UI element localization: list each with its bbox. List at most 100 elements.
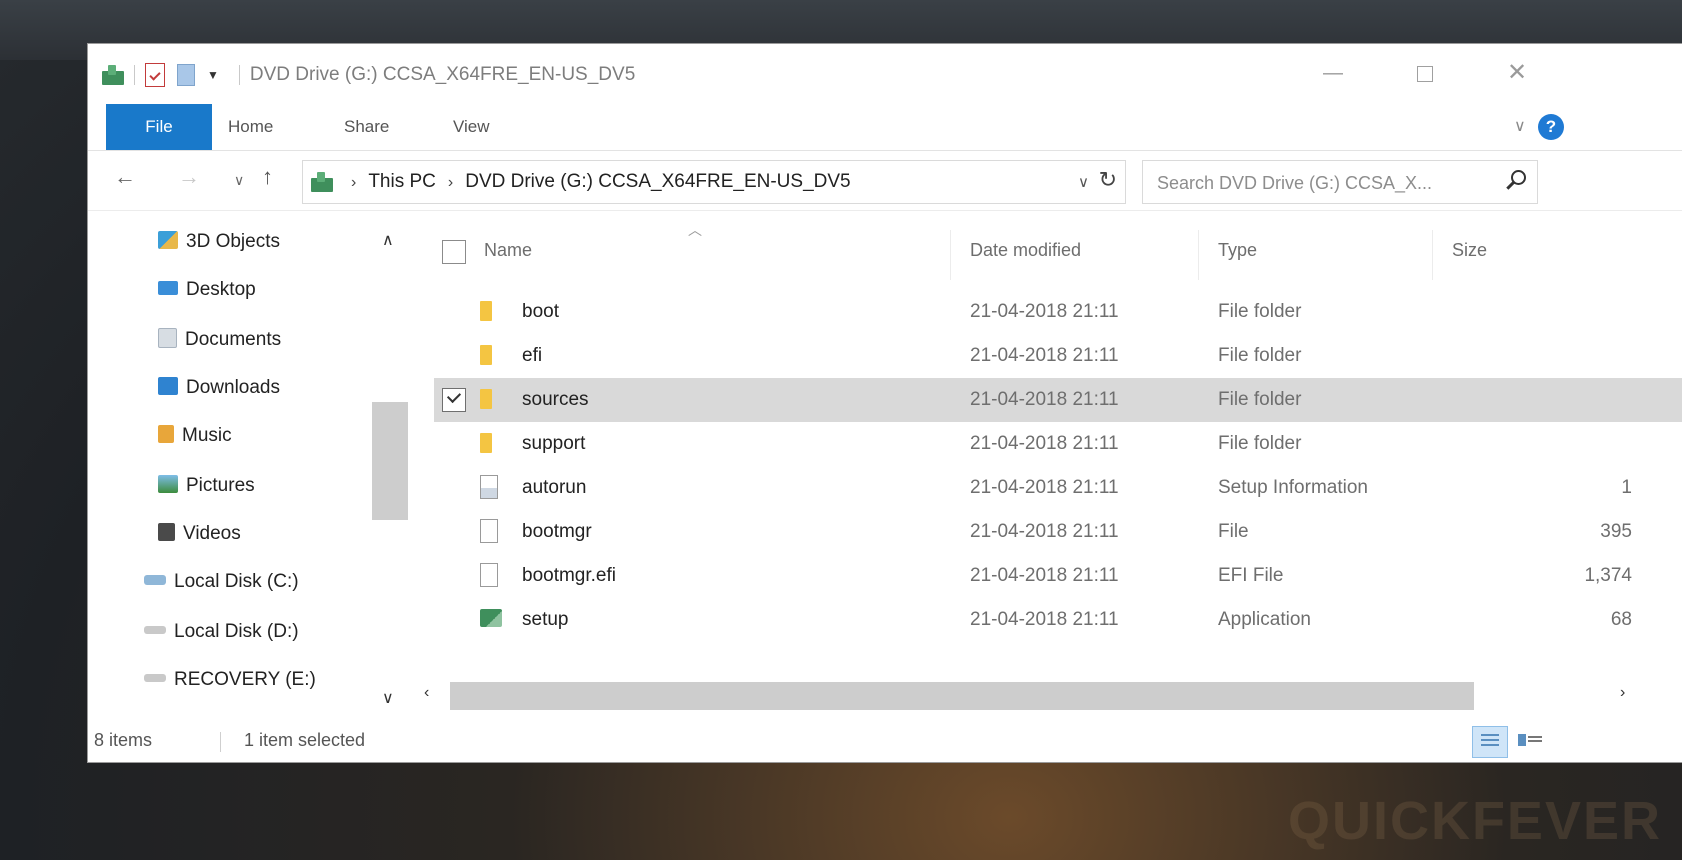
- tab-file[interactable]: File: [106, 104, 212, 150]
- item-count: 8 items: [94, 730, 153, 750]
- file-row[interactable]: boot 21-04-2018 21:11 File folder: [434, 290, 1682, 334]
- folder-icon: [480, 345, 492, 365]
- recent-locations-chevron-icon[interactable]: ∨: [234, 172, 244, 189]
- search-box[interactable]: [1142, 160, 1538, 205]
- file-size: [1458, 334, 1632, 378]
- forward-arrow-icon[interactable]: →: [178, 164, 200, 190]
- nav-item-pictures[interactable]: Pictures: [158, 466, 255, 506]
- nav-item-music[interactable]: Music: [158, 416, 232, 456]
- breadcrumb-separator-icon[interactable]: ›: [448, 174, 453, 191]
- file-name: sources: [522, 389, 589, 410]
- column-header-size[interactable]: Size: [1452, 240, 1487, 261]
- file-size: [1458, 422, 1632, 466]
- file-date-modified: 21-04-2018 21:11: [970, 609, 1119, 630]
- setup-information-icon: [480, 475, 498, 499]
- customize-toolbar-dropdown-icon[interactable]: ▼: [207, 68, 219, 82]
- help-icon[interactable]: ?: [1538, 114, 1564, 140]
- minimize-button[interactable]: —: [1310, 58, 1356, 88]
- address-history-chevron-icon[interactable]: ∨: [1078, 173, 1089, 191]
- nav-item-local-disk-c[interactable]: Local Disk (C:): [144, 562, 299, 602]
- nav-item-desktop[interactable]: Desktop: [158, 270, 256, 310]
- folder-icon: [480, 389, 492, 409]
- file-row[interactable]: autorun 21-04-2018 21:11 Setup Informati…: [434, 466, 1682, 510]
- horizontal-scrollbar-thumb[interactable]: [450, 682, 1474, 710]
- column-divider[interactable]: [950, 230, 951, 280]
- horizontal-scrollbar[interactable]: ‹: [410, 680, 1682, 710]
- search-input[interactable]: [1155, 161, 1499, 205]
- file-size: 1,374: [1584, 565, 1632, 586]
- file-row[interactable]: bootmgr 21-04-2018 21:11 File 395: [434, 510, 1682, 554]
- nav-item-label: Desktop: [186, 279, 256, 300]
- tab-home[interactable]: Home: [228, 104, 273, 150]
- file-type: File: [1218, 521, 1249, 542]
- toolbar-divider: [134, 65, 135, 85]
- music-icon: [158, 424, 174, 443]
- select-all-checkbox[interactable]: [442, 240, 466, 264]
- file-size: 395: [1600, 521, 1632, 542]
- file-name: bootmgr: [522, 521, 592, 542]
- application-icon: [480, 609, 502, 627]
- file-type: EFI File: [1218, 565, 1284, 586]
- file-row[interactable]: setup 21-04-2018 21:11 Application 68: [434, 598, 1682, 642]
- nav-item-local-disk-d[interactable]: Local Disk (D:): [144, 612, 299, 652]
- nav-item-videos[interactable]: Videos: [158, 514, 241, 554]
- nav-item-label: Videos: [183, 523, 241, 544]
- properties-icon[interactable]: [145, 63, 165, 87]
- file-size: [1458, 378, 1632, 422]
- file-type: File folder: [1218, 389, 1302, 410]
- expand-ribbon-chevron-icon[interactable]: ∨: [1514, 116, 1526, 136]
- nav-item-label: Local Disk (D:): [174, 621, 299, 642]
- drive-icon: [144, 625, 166, 634]
- tab-view[interactable]: View: [453, 104, 490, 150]
- maximize-icon: [1417, 65, 1433, 82]
- file-row[interactable]: efi 21-04-2018 21:11 File folder: [434, 334, 1682, 378]
- file-name: boot: [522, 301, 559, 322]
- details-view-icon[interactable]: [1472, 726, 1508, 758]
- scroll-left-chevron-icon[interactable]: ‹: [424, 684, 429, 702]
- file-size: [1458, 290, 1632, 334]
- maximize-button[interactable]: [1402, 58, 1448, 88]
- column-divider[interactable]: [1198, 230, 1199, 280]
- nav-item-recovery-e[interactable]: RECOVERY (E:): [144, 660, 316, 700]
- file-row-selected[interactable]: sources 21-04-2018 21:11 File folder: [434, 378, 1682, 422]
- column-divider[interactable]: [1432, 230, 1433, 280]
- address-bar[interactable]: › This PC › DVD Drive (G:) CCSA_X64FRE_EN-U…: [302, 160, 1126, 204]
- tab-share[interactable]: Share: [344, 104, 389, 150]
- column-header-date-modified[interactable]: Date modified: [970, 240, 1081, 261]
- file-name: efi: [522, 345, 543, 366]
- nav-item-documents[interactable]: Documents: [158, 320, 281, 360]
- large-icons-view-icon[interactable]: [1518, 732, 1544, 750]
- row-checkbox-checked[interactable]: [442, 388, 466, 412]
- file-type: File folder: [1218, 345, 1302, 366]
- up-arrow-icon[interactable]: ↑: [262, 164, 273, 190]
- close-button[interactable]: ✕: [1494, 58, 1540, 88]
- breadcrumb-dvd-drive[interactable]: DVD Drive (G:) CCSA_X64FRE_EN-US_DV5: [465, 171, 850, 192]
- close-icon: ✕: [1506, 59, 1528, 86]
- status-divider: [220, 732, 221, 752]
- nav-item-downloads[interactable]: Downloads: [158, 368, 280, 408]
- scroll-down-chevron-icon[interactable]: ∨: [382, 688, 394, 708]
- file-date-modified: 21-04-2018 21:11: [970, 345, 1119, 366]
- back-arrow-icon[interactable]: ←: [114, 164, 136, 190]
- column-header-type[interactable]: Type: [1218, 240, 1257, 261]
- title-bar: ▼ DVD Drive (G:) CCSA_X64FRE_EN-US_DV5 —…: [88, 44, 1682, 104]
- folder-icon: [480, 301, 492, 321]
- nav-pane-scrollbar[interactable]: ∧ ∨: [372, 212, 410, 712]
- breadcrumb-separator-icon[interactable]: ›: [351, 174, 356, 191]
- breadcrumb-this-pc[interactable]: This PC: [368, 171, 436, 192]
- nav-pane-scrollbar-thumb[interactable]: [372, 402, 408, 520]
- scroll-right-chevron-icon[interactable]: ›: [1620, 684, 1625, 702]
- new-folder-icon[interactable]: [177, 64, 195, 86]
- status-bar: 8 items 1 item selected: [88, 720, 1682, 762]
- search-icon[interactable]: [1505, 170, 1526, 190]
- column-header-name[interactable]: Name: [484, 240, 532, 261]
- refresh-icon[interactable]: ↻: [1099, 167, 1117, 193]
- documents-icon: [158, 327, 177, 348]
- file-row[interactable]: support 21-04-2018 21:11 File folder: [434, 422, 1682, 466]
- file-row[interactable]: bootmgr.efi 21-04-2018 21:11 EFI File 1,…: [434, 554, 1682, 598]
- nav-item-3d-objects[interactable]: 3D Objects: [158, 222, 280, 262]
- file-explorer-icon[interactable]: [102, 65, 124, 85]
- sort-ascending-icon: ︿: [688, 222, 702, 238]
- scroll-up-chevron-icon[interactable]: ∧: [382, 230, 394, 250]
- explorer-window: ▼ DVD Drive (G:) CCSA_X64FRE_EN-US_DV5 —…: [88, 44, 1682, 762]
